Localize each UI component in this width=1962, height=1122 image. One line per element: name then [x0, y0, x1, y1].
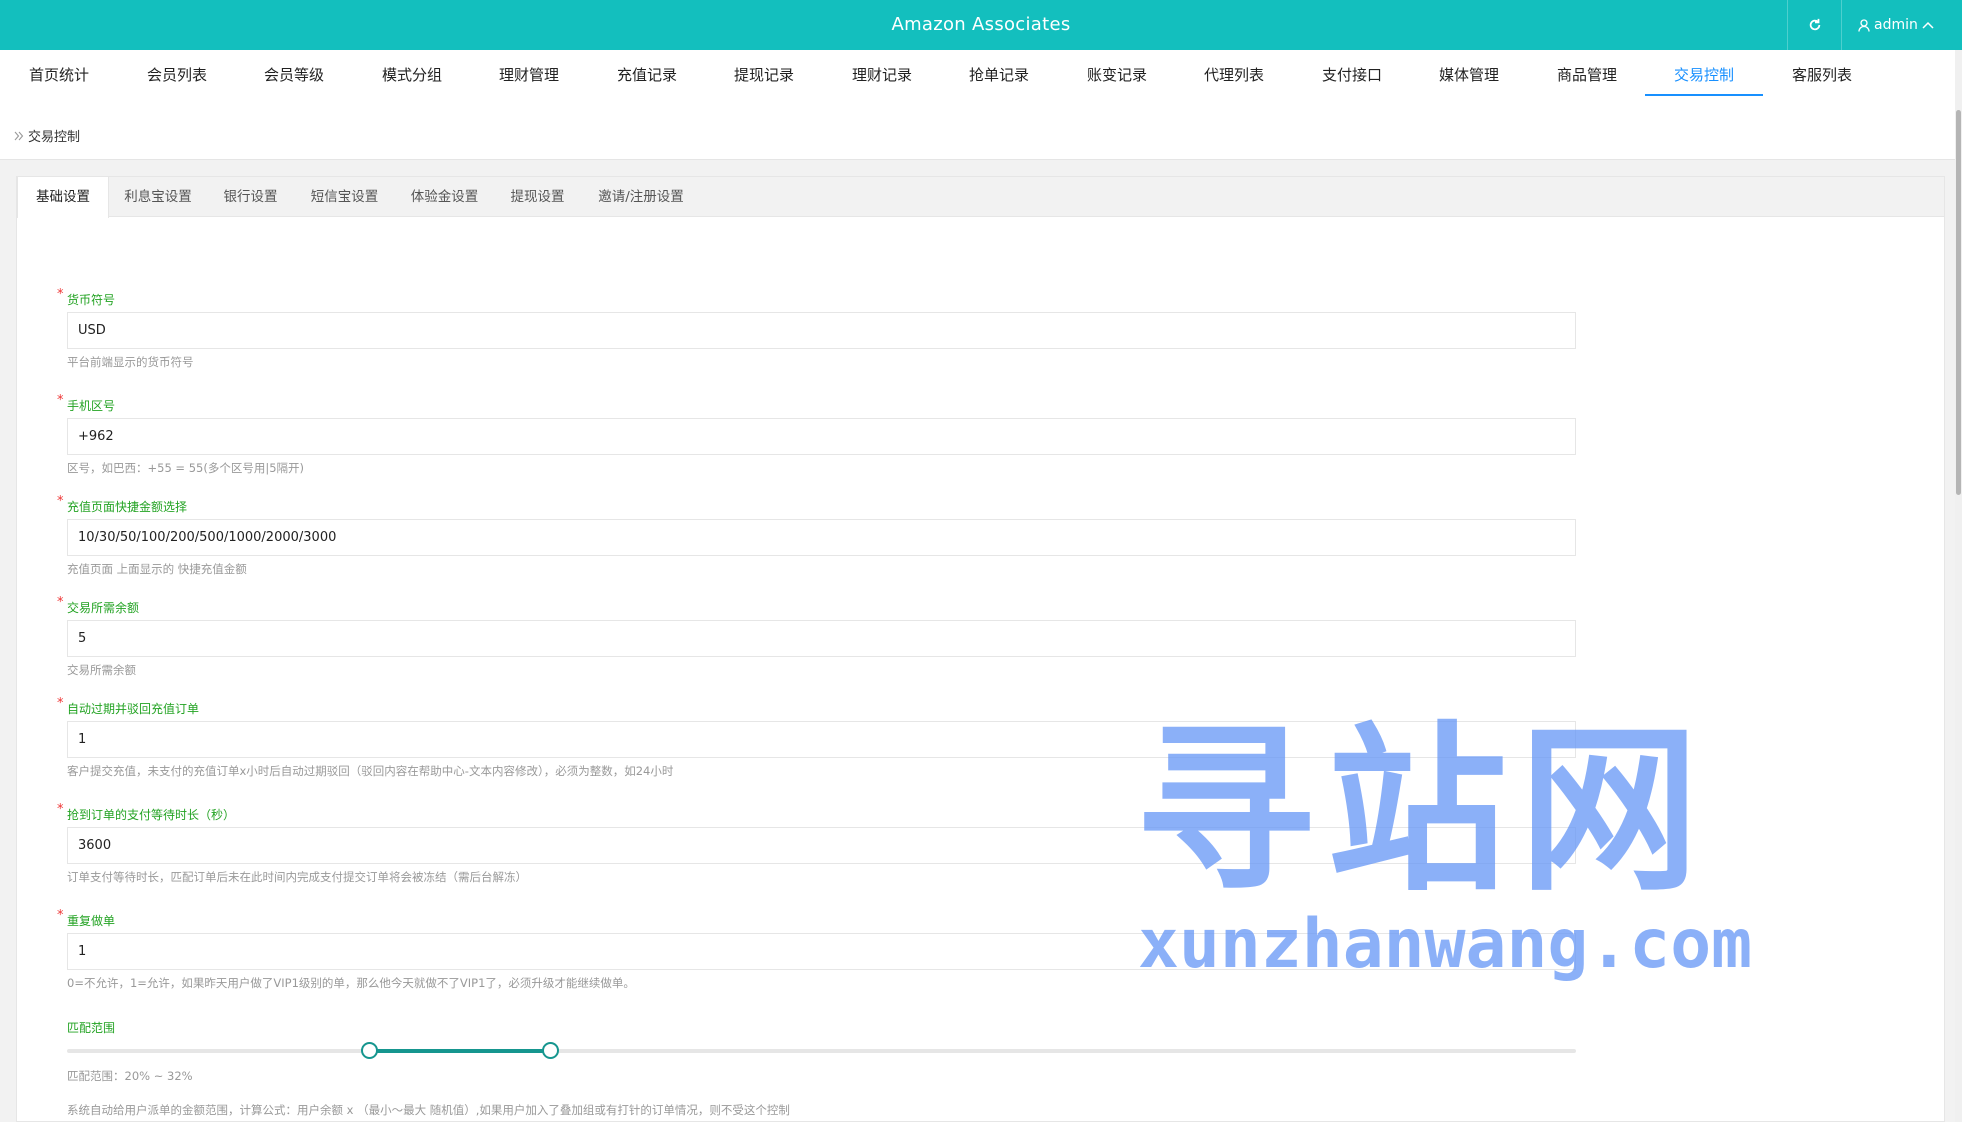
- nav-item-recharge-records[interactable]: 充值记录: [588, 50, 706, 96]
- required-mark: *: [57, 287, 64, 302]
- phone-code-input[interactable]: [67, 418, 1576, 455]
- top-header: Amazon Associates admin: [0, 0, 1962, 50]
- user-menu[interactable]: admin: [1858, 0, 1934, 50]
- nav-item-home-stats[interactable]: 首页统计: [0, 50, 118, 96]
- tab-sms-settings[interactable]: 短信宝设置: [294, 177, 395, 218]
- required-mark: *: [57, 802, 64, 817]
- match-range-label: 匹配范围: [67, 1021, 116, 1035]
- tab-trial-fund-settings[interactable]: 体验金设置: [395, 177, 494, 218]
- currency-input[interactable]: [67, 312, 1576, 349]
- nav-item-payment-api[interactable]: 支付接口: [1293, 50, 1411, 96]
- slider-handle-max[interactable]: [541, 1042, 559, 1059]
- nav-item-media-manage[interactable]: 媒体管理: [1410, 50, 1528, 96]
- nav-item-member-list[interactable]: 会员列表: [118, 50, 236, 96]
- breadcrumb-current: 交易控制: [28, 130, 81, 145]
- min-balance-help: 交易所需余额: [67, 663, 136, 677]
- main-nav: 首页统计 会员列表 会员等级 模式分组 理财管理 充值记录 提现记录 理财记录 …: [0, 50, 1955, 100]
- refresh-icon: [1809, 18, 1820, 31]
- user-icon: [1858, 18, 1870, 32]
- phone-code-label: * 手机区号: [57, 393, 116, 413]
- double-chevron-right-icon: [14, 131, 24, 140]
- pay-wait-label: * 抢到订单的支付等待时长（秒）: [57, 802, 236, 822]
- scrollbar-thumb[interactable]: [1956, 110, 1961, 495]
- repeat-order-help: 0=不允许，1=允许，如果昨天用户做了VIP1级别的单，那么他今天就做不了VIP…: [67, 976, 635, 990]
- settings-tabs: 基础设置 利息宝设置 银行设置 短信宝设置 体验金设置 提现设置 邀请/注册设置: [17, 177, 1944, 218]
- recharge-quick-input[interactable]: [67, 519, 1576, 556]
- refresh-button[interactable]: [1787, 0, 1842, 50]
- match-range-help: 系统自动给用户派单的金额范围，计算公式：用户余额 x （最小～最大 随机值）,如…: [67, 1103, 790, 1117]
- nav-item-finance-manage[interactable]: 理财管理: [470, 50, 588, 96]
- min-balance-input[interactable]: [67, 620, 1576, 657]
- nav-item-finance-records[interactable]: 理财记录: [823, 50, 941, 96]
- required-mark: *: [57, 393, 64, 408]
- nav-item-mode-group[interactable]: 模式分组: [353, 50, 471, 96]
- match-range-text: 匹配范围：20% ~ 32%: [67, 1069, 193, 1083]
- user-name: admin: [1874, 17, 1918, 33]
- nav-item-product-manage[interactable]: 商品管理: [1528, 50, 1646, 96]
- recharge-quick-help: 充值页面 上面显示的 快捷充值金额: [67, 562, 247, 576]
- nav-item-service-list[interactable]: 客服列表: [1763, 50, 1881, 96]
- app-title: Amazon Associates: [891, 14, 1071, 35]
- required-mark: *: [57, 696, 64, 711]
- settings-panel: 基础设置 利息宝设置 银行设置 短信宝设置 体验金设置 提现设置 邀请/注册设置…: [16, 176, 1945, 1122]
- pay-wait-help: 订单支付等待时长，匹配订单后未在此时间内完成支付提交订单将会被冻结（需后台解冻）: [67, 870, 527, 884]
- recharge-quick-label: * 充值页面快捷金额选择: [57, 494, 188, 514]
- currency-help: 平台前端显示的货币符号: [67, 355, 194, 369]
- required-mark: *: [57, 908, 64, 923]
- auto-expire-label: * 自动过期并驳回充值订单: [57, 696, 200, 716]
- tab-interest-settings[interactable]: 利息宝设置: [109, 177, 207, 218]
- auto-expire-help: 客户提交充值，未支付的充值订单x小时后自动过期驳回（驳回内容在帮助中心-文本内容…: [67, 764, 674, 778]
- repeat-order-label: * 重复做单: [57, 908, 116, 928]
- phone-code-help: 区号，如巴西：+55 = 55(多个区号用|5隔开): [67, 461, 305, 475]
- tab-basic-settings[interactable]: 基础设置: [17, 177, 109, 218]
- required-mark: *: [57, 595, 64, 610]
- breadcrumb: 交易控制: [0, 100, 1955, 160]
- repeat-order-input[interactable]: [67, 933, 1576, 970]
- vertical-scrollbar[interactable]: [1955, 50, 1962, 1122]
- required-mark: *: [57, 494, 64, 509]
- pay-wait-input[interactable]: [67, 827, 1576, 864]
- slider-fill: [368, 1049, 550, 1053]
- nav-item-grab-records[interactable]: 抢单记录: [940, 50, 1058, 96]
- tab-withdraw-settings[interactable]: 提现设置: [494, 177, 581, 218]
- nav-item-withdraw-records[interactable]: 提现记录: [705, 50, 823, 96]
- nav-item-member-level[interactable]: 会员等级: [235, 50, 353, 96]
- match-range-slider[interactable]: [67, 1042, 1576, 1059]
- tab-bank-settings[interactable]: 银行设置: [207, 177, 294, 218]
- min-balance-label: * 交易所需余额: [57, 595, 140, 615]
- tab-invite-register-settings[interactable]: 邀请/注册设置: [581, 177, 701, 218]
- nav-item-trade-control[interactable]: 交易控制: [1645, 50, 1763, 96]
- nav-item-agent-list[interactable]: 代理列表: [1175, 50, 1293, 96]
- chevron-up-icon: [1922, 21, 1934, 29]
- currency-label: * 货币符号: [57, 287, 116, 307]
- auto-expire-input[interactable]: [67, 721, 1576, 758]
- nav-item-account-changes[interactable]: 账变记录: [1058, 50, 1176, 96]
- slider-handle-min[interactable]: [360, 1042, 378, 1059]
